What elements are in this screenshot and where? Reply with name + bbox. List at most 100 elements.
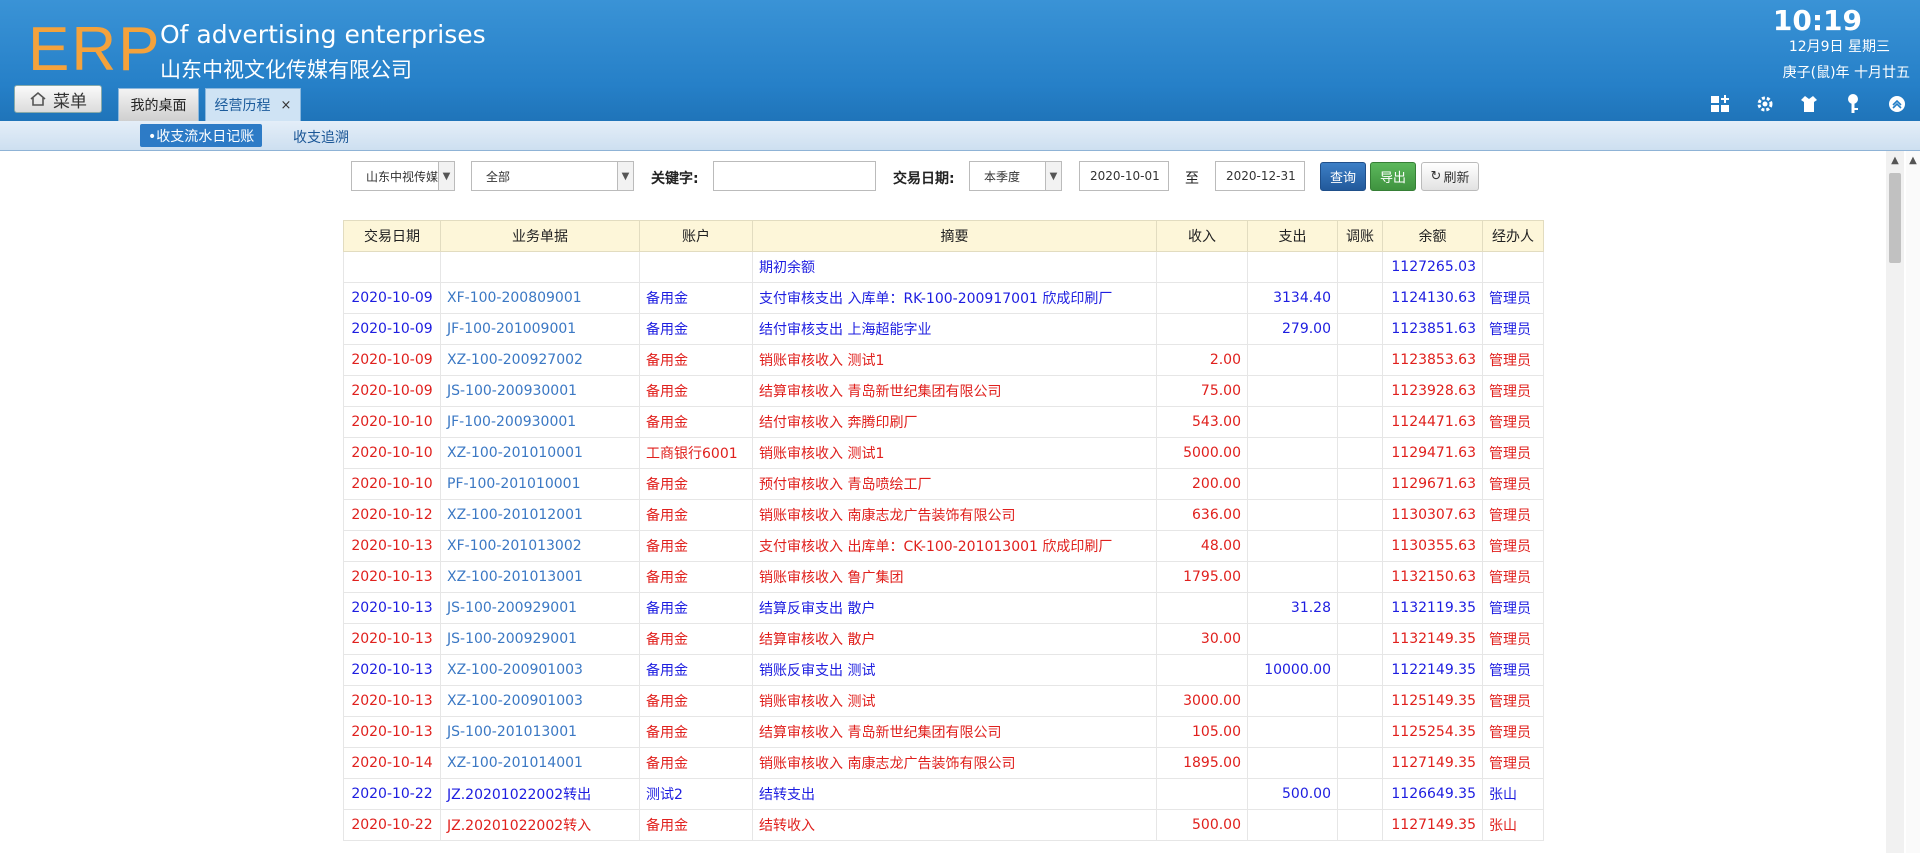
table-row[interactable]: 2020-10-10 XZ-100-201010001 工商银行6001 销账审核收入… <box>343 437 1544 469</box>
cell-date: 2020-10-13 <box>343 561 441 593</box>
app-header: ERP Of advertising enterprises 山东中视文化传媒有… <box>0 0 1920 121</box>
keyword-input[interactable] <box>713 161 876 191</box>
table-row[interactable]: 2020-10-13 XZ-100-200901003 备用金 销账审核收入 测试 30… <box>343 685 1544 717</box>
table-row[interactable]: 2020-10-09 XZ-100-200927002 备用金 销账审核收入 测试1 2… <box>343 344 1544 376</box>
cell-balance: 1129671.63 <box>1382 468 1483 500</box>
scroll-up-icon[interactable]: ▲ <box>1886 155 1904 171</box>
cell-handler: 管理员 <box>1482 406 1544 438</box>
table-row[interactable]: 2020-10-13 XZ-100-201013001 备用金 销账审核收入 鲁广集团… <box>343 561 1544 593</box>
cell-doc[interactable]: XZ-100-201014001 <box>440 747 640 779</box>
query-button[interactable]: 查询 <box>1320 162 1366 191</box>
tab-label: 经营历程 <box>214 98 271 114</box>
tab-my-desktop[interactable]: 我的桌面 <box>118 88 199 121</box>
grid-add-icon[interactable] <box>1708 92 1734 116</box>
cell-income: 1795.00 <box>1156 561 1248 593</box>
subnav-cash-journal[interactable]: •收支流水日记账 <box>140 124 263 147</box>
cell-handler: 管理员 <box>1482 685 1544 717</box>
cell-date: 2020-10-13 <box>343 592 441 624</box>
table-row[interactable]: 2020-10-10 PF-100-201010001 备用金 预付审核收入 青岛喷绘… <box>343 468 1544 500</box>
table-row[interactable]: 2020-10-13 XZ-100-200901003 备用金 销账反审支出 测试 10… <box>343 654 1544 686</box>
cell-expense <box>1247 747 1338 779</box>
collapse-icon[interactable] <box>1884 92 1910 116</box>
key-icon[interactable] <box>1840 92 1866 116</box>
cell-doc[interactable]: JF-100-201009001 <box>440 313 640 345</box>
table-row[interactable]: 2020-10-09 JF-100-201009001 备用金 结付审核支出 上海超能… <box>343 313 1544 345</box>
cell-doc[interactable]: PF-100-201010001 <box>440 468 640 500</box>
cell-date: 2020-10-12 <box>343 499 441 531</box>
cell-income: 2.00 <box>1156 344 1248 376</box>
cell-handler <box>1482 251 1544 283</box>
period-select[interactable]: 本季度 ▼ <box>969 161 1062 191</box>
table-header-row: 交易日期 业务单据 账户 摘要 收入 支出 调账 余额 经办人 <box>343 220 1544 252</box>
date-from-input[interactable]: 2020-10-01 <box>1079 161 1169 191</box>
cell-doc[interactable]: XZ-100-201010001 <box>440 437 640 469</box>
cell-doc[interactable] <box>440 251 640 283</box>
cell-account: 备用金 <box>639 406 753 438</box>
cell-doc[interactable]: JS-100-200929001 <box>440 623 640 655</box>
cell-date: 2020-10-13 <box>343 530 441 562</box>
menu-button[interactable]: 菜单 <box>14 85 102 113</box>
clock-time: 10:19 <box>1772 4 1862 37</box>
cell-adjust <box>1337 530 1383 562</box>
cell-account: 备用金 <box>639 344 753 376</box>
cell-income: 30.00 <box>1156 623 1248 655</box>
column-header: 支出 <box>1247 220 1338 252</box>
table-row[interactable]: 2020-10-09 JS-100-200930001 备用金 结算审核收入 青岛新世… <box>343 375 1544 407</box>
cell-doc[interactable]: JZ.20201022002转出 <box>440 778 640 810</box>
cell-expense <box>1247 468 1338 500</box>
cell-doc[interactable]: JF-100-200930001 <box>440 406 640 438</box>
table-row[interactable]: 2020-10-13 JS-100-201013001 备用金 结算审核收入 青岛新世… <box>343 716 1544 748</box>
cell-doc[interactable]: XZ-100-201012001 <box>440 499 640 531</box>
scroll-thumb[interactable] <box>1889 173 1901 263</box>
table-row[interactable]: 2020-10-14 XZ-100-201014001 备用金 销账审核收入 南康志龙… <box>343 747 1544 779</box>
cell-summary: 销账审核收入 南康志龙广告装饰有限公司 <box>752 499 1157 531</box>
table-row[interactable]: 2020-10-09 XF-100-200809001 备用金 支付审核支出 入库单：… <box>343 282 1544 314</box>
tab-business-history[interactable]: 经营历程 × <box>205 88 301 121</box>
cell-doc[interactable]: XF-100-200809001 <box>440 282 640 314</box>
cell-date: 2020-10-09 <box>343 344 441 376</box>
cell-handler: 管理员 <box>1482 499 1544 531</box>
shirt-icon[interactable] <box>1796 92 1822 116</box>
page-scrollbar[interactable]: ▲ <box>1906 151 1920 853</box>
table-row[interactable]: 2020-10-22 JZ.20201022002转入 备用金 结转收入 500.00 1… <box>343 809 1544 841</box>
cell-balance: 1123928.63 <box>1382 375 1483 407</box>
cell-expense <box>1247 375 1338 407</box>
cell-adjust <box>1337 406 1383 438</box>
refresh-button[interactable]: ↻ 刷新 <box>1421 162 1479 191</box>
cell-doc[interactable]: JS-100-200930001 <box>440 375 640 407</box>
export-button[interactable]: 导出 <box>1370 162 1416 191</box>
cell-doc[interactable]: XZ-100-200927002 <box>440 344 640 376</box>
table-row[interactable]: 2020-10-13 JS-100-200929001 备用金 结算反审支出 散户 31… <box>343 592 1544 624</box>
table-scrollbar[interactable]: ▲ <box>1886 151 1904 853</box>
cell-doc[interactable]: JS-100-201013001 <box>440 716 640 748</box>
cell-income <box>1156 778 1248 810</box>
cell-doc[interactable]: XZ-100-200901003 <box>440 685 640 717</box>
cell-doc[interactable]: XZ-100-201013001 <box>440 561 640 593</box>
cell-expense <box>1247 437 1338 469</box>
cell-adjust <box>1337 375 1383 407</box>
account-select[interactable]: 全部 ▼ <box>471 161 634 191</box>
table-row[interactable]: 2020-10-13 JS-100-200929001 备用金 结算审核收入 散户 30… <box>343 623 1544 655</box>
cell-doc[interactable]: XZ-100-200901003 <box>440 654 640 686</box>
table-row[interactable]: 2020-10-10 JF-100-200930001 备用金 结付审核收入 奔腾印刷… <box>343 406 1544 438</box>
company-select[interactable]: 山东中视传媒 ▼ <box>351 161 455 191</box>
cell-expense: 3134.40 <box>1247 282 1338 314</box>
table-row[interactable]: 2020-10-12 XZ-100-201012001 备用金 销账审核收入 南康志龙… <box>343 499 1544 531</box>
table-row[interactable]: 2020-10-22 JZ.20201022002转出 测试2 结转支出 500.00 1… <box>343 778 1544 810</box>
cell-account: 备用金 <box>639 809 753 841</box>
cell-doc[interactable]: XF-100-201013002 <box>440 530 640 562</box>
table-row[interactable]: 期初余额 1127265.03 <box>343 251 1544 283</box>
table-row[interactable]: 2020-10-13 XF-100-201013002 备用金 支付审核收入 出库单：… <box>343 530 1544 562</box>
cell-adjust <box>1337 344 1383 376</box>
cell-summary: 支付审核收入 出库单：CK-100-201013001 欣成印刷厂 <box>752 530 1157 562</box>
cell-expense <box>1247 251 1338 283</box>
scroll-up-icon[interactable]: ▲ <box>1906 155 1920 166</box>
subnav-trace[interactable]: 收支追溯 <box>293 127 349 147</box>
close-icon[interactable]: × <box>281 98 292 113</box>
date-to-input[interactable]: 2020-12-31 <box>1215 161 1305 191</box>
cell-doc[interactable]: JS-100-200929001 <box>440 592 640 624</box>
cell-doc[interactable]: JZ.20201022002转入 <box>440 809 640 841</box>
cell-balance: 1132149.35 <box>1382 623 1483 655</box>
gear-icon[interactable] <box>1752 92 1778 116</box>
cell-expense <box>1247 530 1338 562</box>
